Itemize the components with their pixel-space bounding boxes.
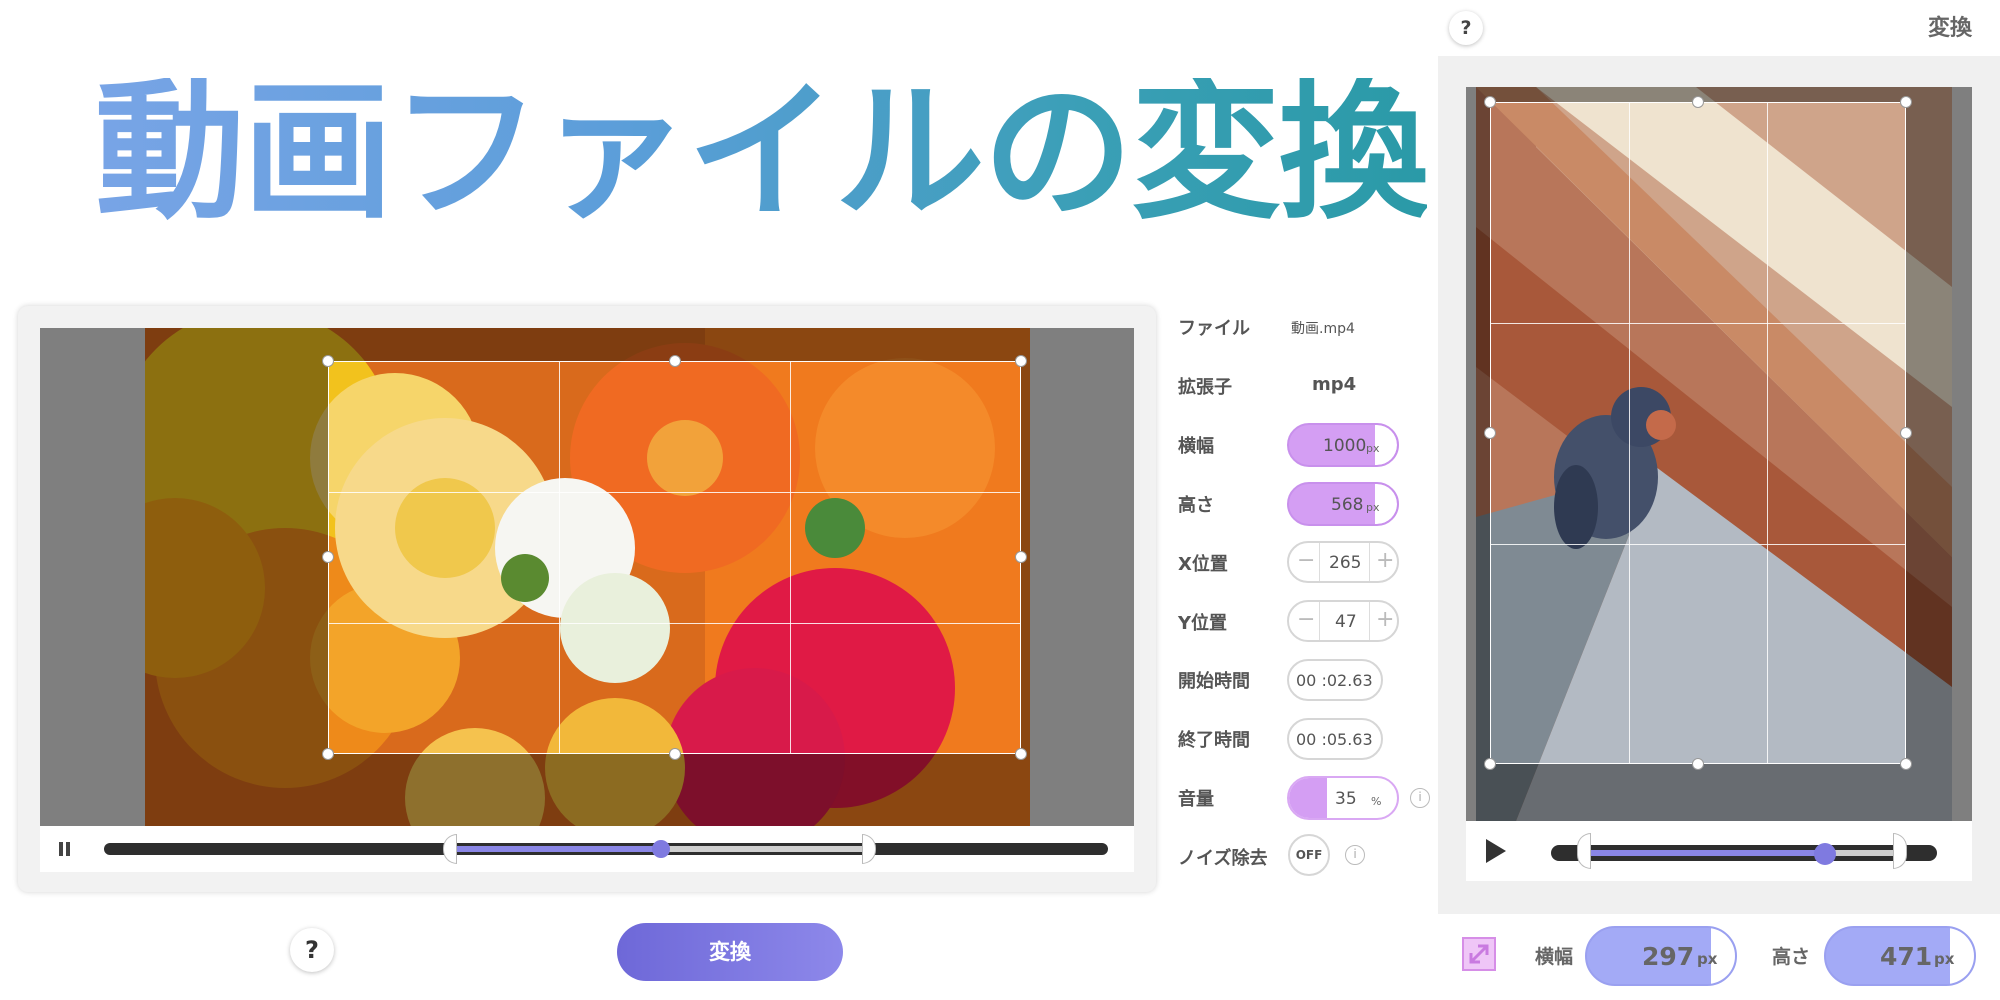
extension-label: 拡張子 [1178, 377, 1232, 398]
crop-handle-right[interactable] [1015, 551, 1027, 563]
x-decrement-button[interactable]: − [1297, 548, 1315, 573]
y-position-stepper[interactable]: − 47 + [1287, 600, 1399, 642]
crop-handle-top-left[interactable] [322, 355, 334, 367]
file-name: 動画.mp4 [1291, 321, 1355, 337]
mobile-help-button[interactable]: ? [1449, 11, 1483, 45]
mobile-width-value: 297 [1642, 942, 1695, 971]
x-position-stepper[interactable]: − 265 + [1287, 541, 1399, 583]
trim-start-handle[interactable] [443, 834, 457, 864]
crop-handle-bottom-right[interactable] [1015, 748, 1027, 760]
mobile-crop-mask-left [1476, 87, 1490, 821]
volume-field[interactable]: 35 % [1287, 776, 1399, 820]
mobile-crop-mask-bottom [1490, 764, 1906, 821]
start-time-value: 00 :02.63 [1296, 671, 1373, 690]
crop-mask-bottom [328, 754, 1021, 826]
crop-grid-line [559, 361, 560, 754]
mobile-crop-grid-line [1490, 323, 1906, 324]
mobile-crop-grid-line [1629, 102, 1630, 764]
noise-reduction-toggle[interactable]: OFF [1288, 834, 1330, 876]
crop-grid-line [328, 623, 1021, 624]
noise-reduction-label: ノイズ除去 [1178, 848, 1268, 869]
crop-handle-bottom[interactable] [669, 748, 681, 760]
mobile-header [1438, 0, 2000, 56]
x-position-value: 265 [1329, 553, 1362, 573]
mobile-title: 変換 [1928, 16, 1973, 41]
crop-handle-left[interactable] [322, 551, 334, 563]
width-label: 横幅 [1178, 436, 1214, 457]
y-decrement-button[interactable]: − [1297, 607, 1315, 632]
mobile-width-label: 横幅 [1535, 946, 1574, 968]
y-position-value: 47 [1335, 612, 1357, 632]
height-field[interactable]: 568 px [1287, 482, 1399, 526]
mobile-height-field[interactable]: 471 px [1824, 926, 1976, 986]
mobile-crop-handle-bottom-left[interactable] [1484, 758, 1496, 770]
x-increment-button[interactable]: + [1376, 548, 1394, 573]
mobile-crop-handle-bottom-right[interactable] [1900, 758, 1912, 770]
crop-frame[interactable] [328, 361, 1021, 754]
mobile-trim-end-handle[interactable] [1893, 833, 1907, 869]
mobile-width-field[interactable]: 297 px [1585, 926, 1737, 986]
mobile-height-label: 高さ [1772, 946, 1811, 968]
file-label: ファイル [1178, 318, 1250, 339]
x-position-label: X位置 [1178, 554, 1228, 575]
crop-grid-line [328, 492, 1021, 493]
help-button[interactable]: ? [290, 928, 334, 972]
crop-handle-bottom-left[interactable] [322, 748, 334, 760]
mobile-crop-handle-top-left[interactable] [1484, 96, 1496, 108]
mobile-playhead-knob[interactable] [1813, 843, 1836, 865]
mobile-crop-handle-right[interactable] [1900, 427, 1912, 439]
mobile-crop-handle-top-right[interactable] [1900, 96, 1912, 108]
volume-level [1289, 778, 1327, 818]
playback-controls [40, 826, 1134, 872]
mobile-crop-handle-left[interactable] [1484, 427, 1496, 439]
height-unit: px [1366, 501, 1380, 514]
page-title: 動画ファイルの変換 [95, 66, 1429, 240]
resize-arrow-glyph [1469, 944, 1489, 964]
end-time-value: 00 :05.63 [1296, 730, 1373, 749]
mobile-crop-mask-right [1906, 87, 1952, 821]
y-increment-button[interactable]: + [1376, 607, 1394, 632]
mobile-crop-handle-bottom[interactable] [1692, 758, 1704, 770]
volume-unit: % [1371, 795, 1382, 808]
height-value: 568 [1331, 495, 1364, 515]
start-time-label: 開始時間 [1178, 671, 1250, 692]
convert-button[interactable]: 変換 [617, 923, 843, 981]
mobile-playback-progress [1586, 850, 1825, 856]
mobile-crop-frame[interactable] [1490, 102, 1906, 764]
volume-info-icon[interactable]: i [1410, 788, 1430, 808]
crop-handle-top-right[interactable] [1015, 355, 1027, 367]
mobile-crop-grid-line [1767, 102, 1768, 764]
crop-mask-left [145, 328, 328, 826]
crop-handle-top[interactable] [669, 355, 681, 367]
mobile-trim-start-handle[interactable] [1577, 833, 1591, 869]
mobile-width-unit: px [1697, 950, 1718, 968]
mobile-crop-handle-top[interactable] [1692, 96, 1704, 108]
volume-label: 音量 [1178, 789, 1214, 810]
width-value: 1000 [1323, 436, 1367, 456]
height-label: 高さ [1178, 495, 1214, 516]
mobile-height-unit: px [1934, 950, 1955, 968]
mobile-height-value: 471 [1880, 942, 1933, 971]
width-field[interactable]: 1000 px [1287, 423, 1399, 467]
width-unit: px [1366, 442, 1380, 455]
pause-icon[interactable] [56, 840, 74, 858]
mobile-playback-controls [1466, 821, 1972, 881]
crop-grid-line [790, 361, 791, 754]
volume-value: 35 [1335, 789, 1357, 809]
playhead-knob[interactable] [652, 840, 670, 858]
end-time-label: 終了時間 [1178, 730, 1250, 751]
mobile-crop-grid-line [1490, 544, 1906, 545]
resize-icon[interactable] [1462, 937, 1496, 971]
play-icon[interactable] [1486, 839, 1506, 863]
trim-end-handle[interactable] [862, 834, 876, 864]
playback-progress [450, 846, 661, 852]
noise-info-icon[interactable]: i [1345, 845, 1365, 865]
extension-value: mp4 [1312, 374, 1357, 395]
y-position-label: Y位置 [1178, 613, 1228, 634]
start-time-field[interactable]: 00 :02.63 [1287, 659, 1383, 701]
end-time-field[interactable]: 00 :05.63 [1287, 718, 1383, 760]
